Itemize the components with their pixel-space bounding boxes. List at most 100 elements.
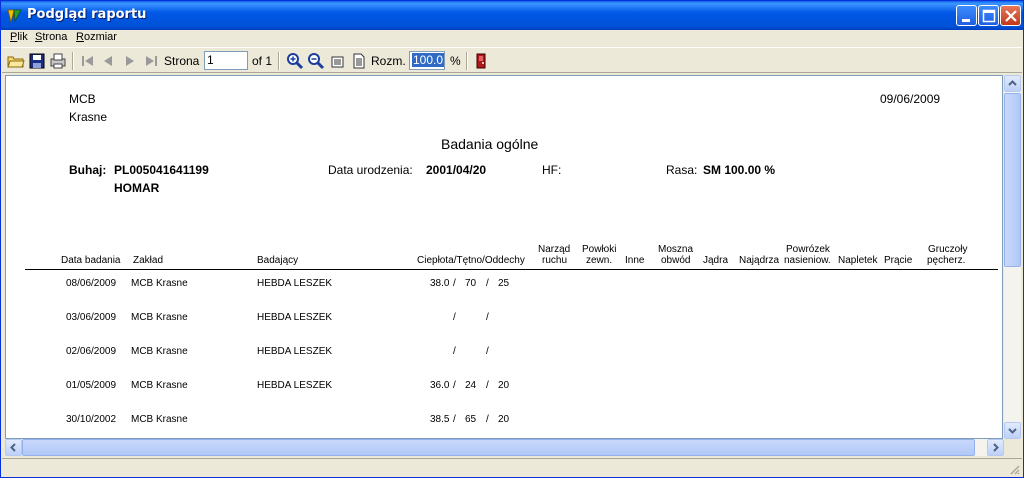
col-header-testes: Jądra: [703, 255, 729, 266]
vertical-scroll-thumb[interactable]: [1004, 93, 1021, 267]
zoom-in-icon[interactable]: [286, 52, 304, 70]
row-slash: /: [486, 414, 489, 425]
row-date: 02/06/2009: [66, 346, 117, 357]
col-header-penis: Prącie: [884, 255, 913, 266]
window-title: Podgląd raportu: [27, 7, 147, 22]
open-folder-icon[interactable]: [7, 52, 25, 70]
toolbar-separator: [72, 52, 74, 70]
row-examiner: HEBDA LESZEK: [257, 380, 333, 391]
first-page-icon[interactable]: [79, 52, 97, 70]
close-button[interactable]: [1000, 5, 1021, 26]
zoom-label: Rozm.: [371, 54, 406, 68]
birth-date-value: 2001/04/20: [426, 163, 487, 177]
minimize-icon: [962, 19, 970, 22]
col-header-epididymis: Najądrza: [739, 255, 780, 266]
chevron-right-icon: [993, 443, 999, 452]
scroll-left-button[interactable]: [5, 439, 22, 456]
report-preview-window: Podgląd raportu Plik Strona Rozmiar Stro…: [0, 0, 1024, 478]
menu-strona[interactable]: Strona: [35, 31, 67, 43]
breed-value: SM 100.00 %: [703, 163, 776, 177]
col-header-coat: Powłoki: [582, 244, 617, 255]
exit-door-icon[interactable]: [472, 52, 490, 70]
breed-label: Rasa:: [666, 163, 698, 177]
organization-location: Krasne: [69, 110, 108, 124]
status-bar: [2, 458, 1022, 477]
row-slash: /: [453, 312, 456, 323]
col-header-locomotion-2: ruchu: [542, 255, 568, 266]
maximize-button[interactable]: [978, 5, 999, 26]
col-header-coat-2: zewn.: [586, 255, 613, 266]
menu-plik[interactable]: Plik: [10, 31, 28, 43]
col-header-cord-2: nasieniow.: [784, 255, 831, 266]
menu-rozmiar[interactable]: Rozmiar: [76, 31, 117, 43]
toolbar-separator: [466, 52, 468, 70]
menu-bar: Plik Strona Rozmiar: [2, 30, 1022, 46]
row-plant: MCB Krasne: [131, 312, 188, 323]
horizontal-scroll-thumb[interactable]: [22, 439, 975, 456]
page-count-label: of 1: [252, 54, 273, 68]
toolbar-separator: [278, 52, 280, 70]
col-header-scrotum: Moszna: [658, 244, 694, 255]
report-page: MCB Krasne 09/06/2009 Badania ogólne Buh…: [5, 75, 1003, 439]
row-plant: MCB Krasne: [131, 380, 188, 391]
row-date: 08/06/2009: [66, 278, 117, 289]
row-respiration: 25: [498, 278, 510, 289]
bull-id: PL005041641199: [114, 163, 209, 177]
bull-name: HOMAR: [114, 181, 160, 195]
close-icon: [1005, 10, 1017, 22]
row-slash: /: [453, 380, 456, 391]
col-header-glands-2: pęcherz.: [927, 255, 966, 266]
print-icon[interactable]: [49, 52, 67, 70]
col-header-glands: Gruczoły: [928, 244, 968, 255]
row-plant: MCB Krasne: [131, 414, 188, 425]
whole-page-icon[interactable]: [350, 52, 368, 70]
next-page-icon[interactable]: [121, 52, 139, 70]
row-slash: /: [486, 346, 489, 357]
birth-date-label: Data urodzenia:: [328, 163, 413, 177]
resize-grip-icon[interactable]: [1008, 463, 1020, 475]
zoom-unit-label: %: [450, 54, 461, 68]
scroll-up-button[interactable]: [1004, 75, 1021, 92]
scroll-right-button[interactable]: [987, 439, 1004, 456]
organization-name: MCB: [69, 92, 96, 106]
zoom-out-icon[interactable]: [307, 52, 325, 70]
row-respiration: 20: [498, 380, 510, 391]
row-pulse: 24: [465, 380, 477, 391]
row-temperature: 38.5: [430, 414, 450, 425]
minimize-button[interactable]: [956, 5, 977, 26]
report-title: Badania ogólne: [441, 136, 539, 152]
row-pulse: 65: [465, 414, 477, 425]
bull-label: Buhaj:: [69, 163, 107, 177]
col-header-scrotum-2: obwód: [661, 255, 691, 266]
row-date: 01/05/2009: [66, 380, 117, 391]
row-slash: /: [486, 278, 489, 289]
page-label: Strona: [164, 54, 200, 68]
row-respiration: 20: [498, 414, 510, 425]
title-bar[interactable]: Podgląd raportu: [1, 1, 1023, 30]
header-divider: [25, 269, 998, 270]
save-icon[interactable]: [28, 52, 46, 70]
col-header-date: Data badania: [61, 255, 121, 266]
maximize-icon: [982, 9, 996, 23]
last-page-icon[interactable]: [142, 52, 160, 70]
page-number-input[interactable]: 1: [204, 51, 248, 70]
toolbar: Strona 1 of 1 Rozm. 100.0 %: [2, 47, 1022, 73]
row-plant: MCB Krasne: [131, 346, 188, 357]
row-date: 30/10/2002: [66, 414, 117, 425]
vertical-scrollbar[interactable]: [1004, 75, 1021, 439]
zoom-input[interactable]: 100.0: [409, 51, 445, 70]
scroll-down-button[interactable]: [1004, 422, 1021, 439]
col-header-other: Inne: [625, 255, 645, 266]
chevron-up-icon: [1008, 80, 1017, 86]
page-width-icon[interactable]: [329, 52, 347, 70]
col-header-cord: Powrózek: [786, 244, 830, 255]
row-date: 03/06/2009: [66, 312, 117, 323]
horizontal-scrollbar[interactable]: [5, 439, 1004, 456]
row-examiner: HEBDA LESZEK: [257, 278, 333, 289]
row-temperature: 36.0: [430, 380, 450, 391]
app-logo-icon: [7, 9, 22, 23]
previous-page-icon[interactable]: [99, 52, 117, 70]
row-temperature: 38.0: [430, 278, 450, 289]
row-slash: /: [453, 414, 456, 425]
report-date: 09/06/2009: [880, 92, 941, 106]
